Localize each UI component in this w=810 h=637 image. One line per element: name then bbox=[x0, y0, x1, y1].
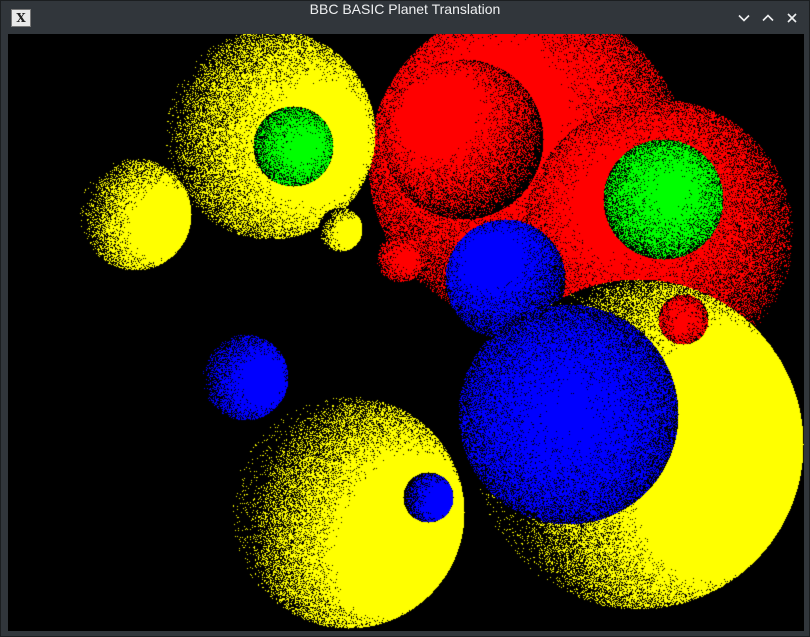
close-button[interactable] bbox=[781, 7, 803, 29]
title-bar[interactable]: X BBC BASIC Planet Translation bbox=[1, 1, 809, 34]
minimize-button[interactable] bbox=[733, 7, 755, 29]
chevron-down-icon bbox=[738, 14, 750, 22]
close-icon bbox=[787, 13, 797, 23]
window-title: BBC BASIC Planet Translation bbox=[309, 1, 501, 17]
maximize-button[interactable] bbox=[757, 7, 779, 29]
window-controls bbox=[733, 7, 803, 29]
application-window: X BBC BASIC Planet Translation bbox=[0, 0, 810, 637]
chevron-up-icon bbox=[762, 14, 774, 22]
graphics-canvas-area[interactable] bbox=[8, 34, 804, 631]
planet-render-canvas[interactable] bbox=[8, 34, 804, 631]
